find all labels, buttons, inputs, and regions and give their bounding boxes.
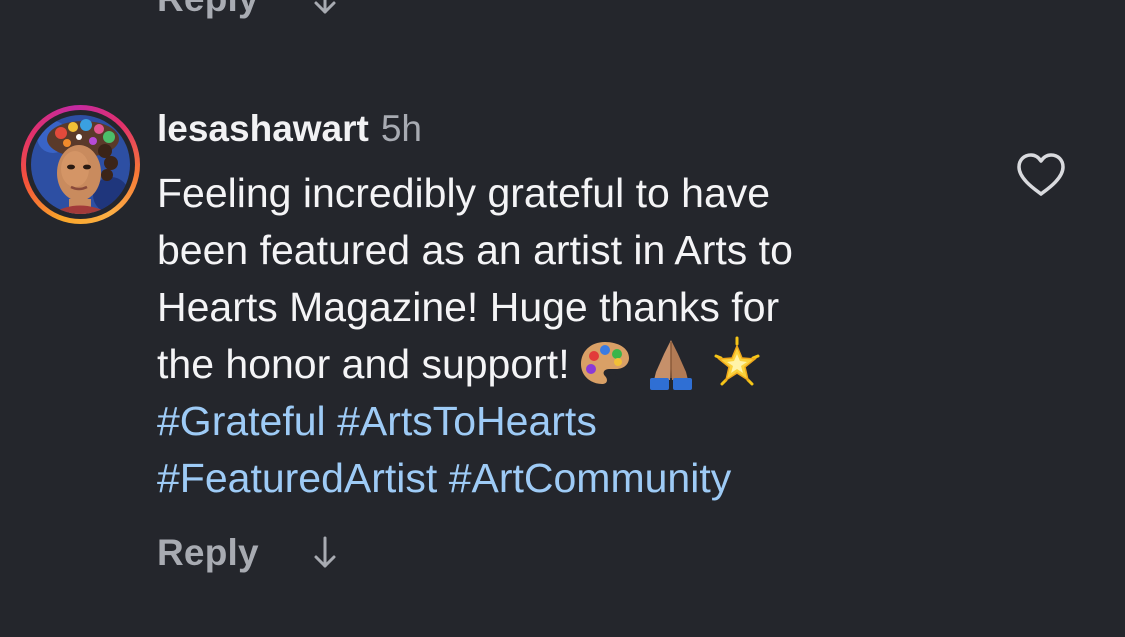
comment-text-line: the honor and support! [157, 341, 570, 387]
glowing-star-emoji-icon [714, 336, 760, 386]
avatar-portrait-image [31, 115, 130, 214]
timestamp: 5h [380, 108, 423, 149]
hashtag-link[interactable]: #FeaturedArtist [157, 455, 437, 501]
comment-text: Feeling incredibly grateful to have been… [157, 165, 957, 507]
previous-comment-actions: Reply [157, 0, 339, 20]
hashtag-link[interactable]: #Grateful [157, 398, 326, 444]
reply-button[interactable]: Reply [157, 532, 259, 574]
hashtag-line: #Grateful #ArtsToHearts [157, 393, 957, 450]
previous-reply-button[interactable]: Reply [157, 0, 259, 20]
hashtag-link[interactable]: #ArtCommunity [449, 455, 732, 501]
comment-text-line: Hearts Magazine! Huge thanks for [157, 284, 780, 330]
comment-text-line-with-emojis: the honor and support! [157, 336, 957, 393]
heart-outline-icon[interactable] [1015, 152, 1067, 198]
comments-screen: Reply [0, 0, 1125, 637]
arrow-down-icon[interactable] [311, 535, 339, 571]
comment-header: lesashawart 5h [157, 108, 957, 156]
avatar[interactable] [31, 115, 130, 214]
hashtag-link[interactable]: #ArtsToHearts [337, 398, 597, 444]
username[interactable]: lesashawart [157, 108, 369, 150]
comment-text-line: been featured as an artist in Arts to [157, 227, 793, 273]
palette-emoji-icon [580, 342, 629, 385]
story-ring[interactable] [21, 105, 140, 224]
arrow-down-icon[interactable] [311, 0, 339, 17]
comment-text-line: Feeling incredibly grateful to have [157, 170, 771, 216]
hashtag-line: #FeaturedArtist #ArtCommunity [157, 450, 957, 507]
comment: lesashawart 5h Feeling incredibly gratef… [157, 108, 957, 507]
folded-hands-emoji-icon [649, 340, 692, 391]
comment-actions: Reply [157, 532, 339, 574]
emoji-row [578, 336, 764, 391]
